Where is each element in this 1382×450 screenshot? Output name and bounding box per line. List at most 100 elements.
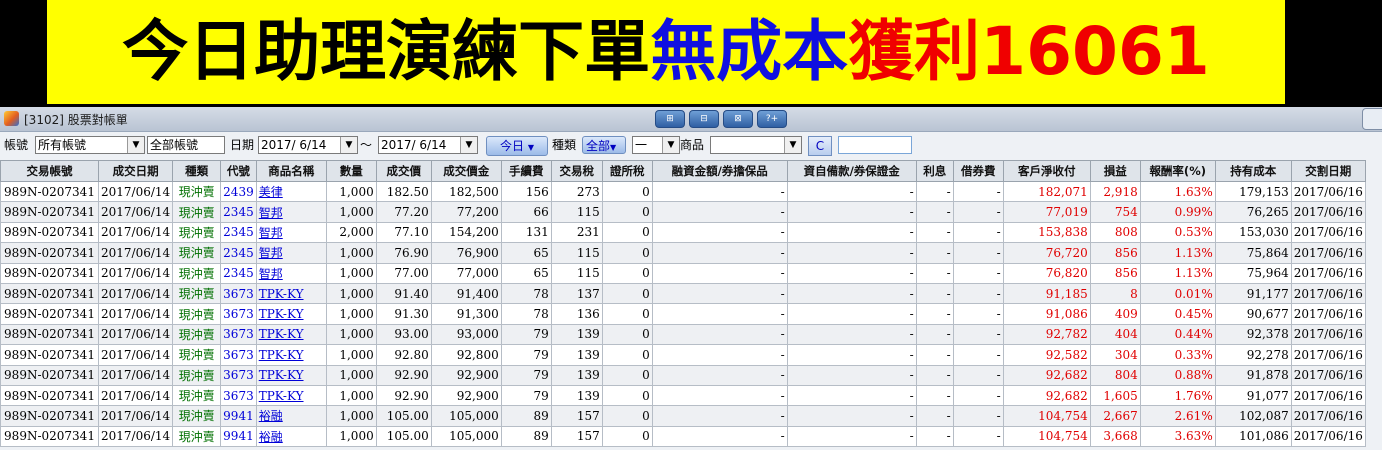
- column-header[interactable]: 商品名稱: [255, 160, 327, 182]
- date-from-picker[interactable]: 2017/ 6/14 ▼: [258, 136, 358, 154]
- chevron-down-icon[interactable]: ▼: [127, 137, 144, 153]
- cell-margin: -: [651, 201, 788, 223]
- column-header[interactable]: 手續費: [500, 160, 552, 182]
- column-header[interactable]: 持有成本: [1214, 160, 1292, 182]
- table-row[interactable]: 989N-0207341 2017/06/14 現沖賣 2439 美律 1,000 182.…: [0, 180, 1366, 203]
- category-label: 種類: [552, 138, 577, 152]
- table-row[interactable]: 989N-0207341 2017/06/14 現沖賣 3673 TPK-KY 1,000…: [0, 384, 1366, 407]
- cell-cost: 91,177: [1214, 282, 1292, 305]
- column-header[interactable]: 數量: [325, 160, 377, 182]
- cell-product[interactable]: 智邦: [255, 221, 327, 244]
- column-header[interactable]: 利息: [915, 160, 954, 182]
- chevron-down-icon[interactable]: ▼: [662, 137, 679, 153]
- cell-type: 現沖賣: [172, 405, 222, 427]
- all-accounts-field[interactable]: 全部帳號: [147, 136, 225, 154]
- window-close-button[interactable]: [1362, 108, 1382, 130]
- cell-collateral: -: [786, 221, 917, 244]
- c-button[interactable]: C: [808, 136, 832, 156]
- table-row[interactable]: 989N-0207341 2017/06/14 現沖賣 9941 裕融 1,000 105.…: [0, 425, 1366, 448]
- cell-product[interactable]: TPK-KY: [255, 282, 327, 305]
- cell-type: 現沖賣: [172, 242, 222, 264]
- table-row[interactable]: 989N-0207341 2017/06/14 現沖賣 3673 TPK-KY 1,000…: [0, 303, 1366, 325]
- cell-code: 3673: [220, 303, 257, 325]
- account-label: 帳號: [4, 138, 29, 152]
- column-header[interactable]: 成交價: [375, 160, 432, 182]
- cell-collateral: -: [786, 364, 917, 386]
- cell-product[interactable]: TPK-KY: [255, 303, 327, 325]
- cell-account: 989N-0207341: [0, 303, 99, 325]
- cell-type: 現沖賣: [172, 384, 222, 407]
- cell-product[interactable]: 裕融: [255, 405, 327, 427]
- table-row[interactable]: 989N-0207341 2017/06/14 現沖賣 9941 裕融 1,000 105.…: [0, 405, 1366, 427]
- cell-trade-date: 2017/06/14: [97, 303, 174, 325]
- table-row[interactable]: 989N-0207341 2017/06/14 現沖賣 2345 智邦 2,000 77.1…: [0, 221, 1366, 244]
- cell-interest: -: [915, 262, 954, 284]
- cell-fee: 131: [500, 221, 552, 244]
- layout-1-button[interactable]: ⊞: [655, 110, 685, 128]
- cell-net: 104,754: [1002, 405, 1091, 427]
- subtype-select[interactable]: 一 ▼: [632, 136, 680, 154]
- cell-product[interactable]: 智邦: [255, 201, 327, 223]
- column-header[interactable]: 成交日期: [97, 160, 174, 182]
- cell-product[interactable]: 智邦: [255, 262, 327, 284]
- cell-collateral: -: [786, 303, 917, 325]
- date-to-picker[interactable]: 2017/ 6/14 ▼: [378, 136, 478, 154]
- cell-income-tax: 0: [601, 323, 653, 346]
- chevron-down-icon[interactable]: ▼: [340, 137, 357, 153]
- cell-profit: 856: [1089, 262, 1141, 284]
- column-header[interactable]: 成交價金: [430, 160, 502, 182]
- cell-interest: -: [915, 405, 954, 427]
- layout-3-button[interactable]: ⊠: [723, 110, 753, 128]
- cell-fee: 89: [500, 405, 552, 427]
- category-select[interactable]: 全部▼: [582, 136, 626, 154]
- table-row[interactable]: 989N-0207341 2017/06/14 現沖賣 2345 智邦 1,000 76.9…: [0, 242, 1366, 264]
- cell-quantity: 1,000: [325, 364, 377, 386]
- cell-borrow-fee: -: [952, 384, 1004, 407]
- table-row[interactable]: 989N-0207341 2017/06/14 現沖賣 3673 TPK-KY 1,000…: [0, 323, 1366, 346]
- cell-product[interactable]: TPK-KY: [255, 323, 327, 346]
- chevron-down-icon[interactable]: ▼: [460, 137, 477, 153]
- today-button[interactable]: 今日 ▼: [486, 136, 548, 156]
- table-row[interactable]: 989N-0207341 2017/06/14 現沖賣 2345 智邦 1,000 77.2…: [0, 201, 1366, 223]
- column-header[interactable]: 證所稅: [601, 160, 653, 182]
- column-header[interactable]: 損益: [1089, 160, 1141, 182]
- column-header[interactable]: 交易帳號: [0, 160, 99, 182]
- cell-borrow-fee: -: [952, 303, 1004, 325]
- column-header[interactable]: 借券費: [952, 160, 1004, 182]
- table-row[interactable]: 989N-0207341 2017/06/14 現沖賣 3673 TPK-KY 1,000…: [0, 282, 1366, 305]
- cell-product[interactable]: 裕融: [255, 425, 327, 448]
- cell-product[interactable]: TPK-KY: [255, 384, 327, 407]
- help-button[interactable]: ?+: [757, 110, 787, 128]
- table-row[interactable]: 989N-0207341 2017/06/14 現沖賣 2345 智邦 1,000 77.0…: [0, 262, 1366, 284]
- cell-product[interactable]: TPK-KY: [255, 344, 327, 366]
- cell-product[interactable]: 智邦: [255, 242, 327, 264]
- cell-interest: -: [915, 425, 954, 448]
- cell-product[interactable]: TPK-KY: [255, 364, 327, 386]
- table-row[interactable]: 989N-0207341 2017/06/14 現沖賣 3673 TPK-KY 1,000…: [0, 344, 1366, 366]
- cell-product[interactable]: 美律: [255, 180, 327, 203]
- cell-return: 2.61%: [1139, 405, 1216, 427]
- cell-tax: 139: [550, 323, 603, 346]
- column-header[interactable]: 資自備款/券保證金: [786, 160, 917, 182]
- extra-input[interactable]: [838, 136, 912, 154]
- column-header[interactable]: 代號: [220, 160, 257, 182]
- account-select[interactable]: 所有帳號 ▼: [35, 136, 145, 154]
- cell-net: 92,782: [1002, 323, 1091, 346]
- column-header[interactable]: 融資金額/券擔保品: [651, 160, 788, 182]
- column-header[interactable]: 報酬率(%): [1139, 160, 1216, 182]
- column-header[interactable]: 種類: [172, 160, 222, 182]
- layout-2-button[interactable]: ⊟: [689, 110, 719, 128]
- column-header[interactable]: 客戶淨收付: [1002, 160, 1091, 182]
- product-select[interactable]: ▼: [710, 136, 802, 154]
- cell-tax: 115: [550, 242, 603, 264]
- cell-account: 989N-0207341: [0, 201, 99, 223]
- cell-borrow-fee: -: [952, 282, 1004, 305]
- cell-amount: 91,300: [430, 303, 502, 325]
- cell-amount: 92,900: [430, 364, 502, 386]
- cell-collateral: -: [786, 282, 917, 305]
- column-header[interactable]: 交易稅: [550, 160, 603, 182]
- table-row[interactable]: 989N-0207341 2017/06/14 現沖賣 3673 TPK-KY 1,000…: [0, 364, 1366, 386]
- cell-fee: 79: [500, 384, 552, 407]
- column-header[interactable]: 交割日期: [1290, 160, 1366, 182]
- chevron-down-icon[interactable]: ▼: [784, 137, 801, 153]
